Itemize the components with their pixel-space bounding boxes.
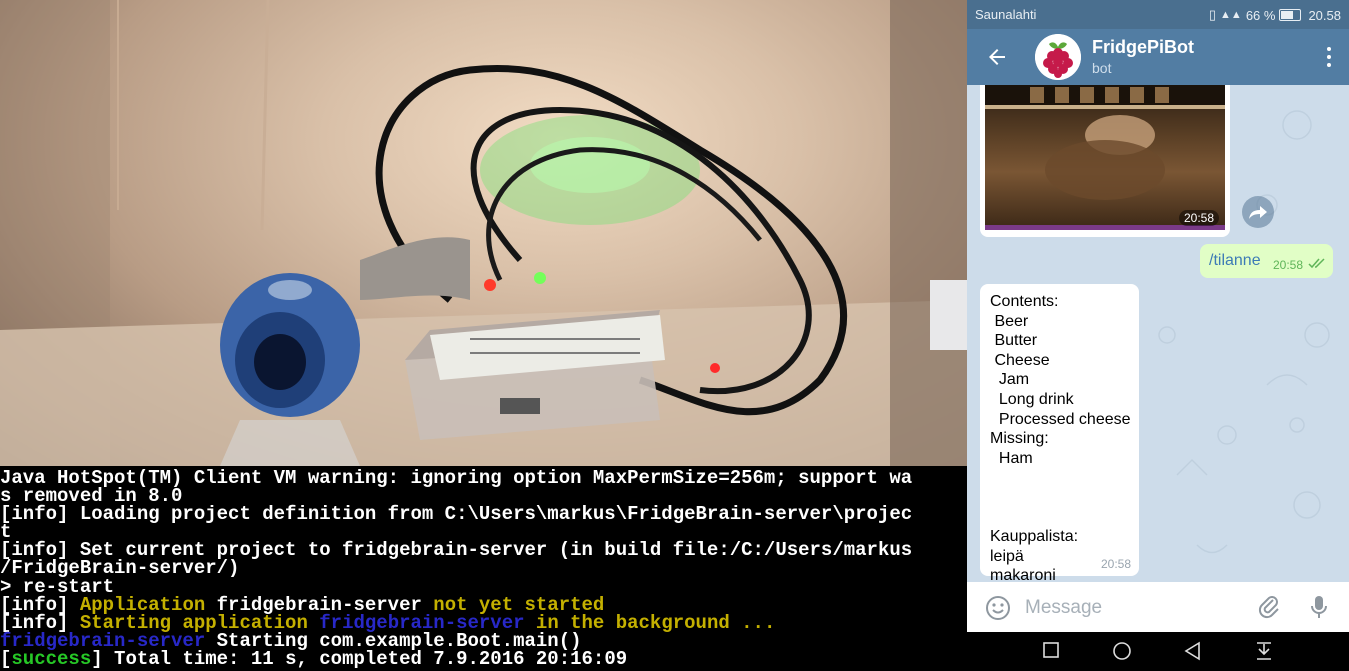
emoji-icon[interactable] <box>985 595 1011 621</box>
raspberry-avatar[interactable] <box>1035 34 1081 80</box>
terminal-line: [info] Loading project definition from C… <box>0 503 967 526</box>
message-input[interactable] <box>1023 590 1247 626</box>
signal-icon: ▲▲ <box>1220 9 1242 21</box>
hardware-photo <box>0 0 967 466</box>
message-composer <box>967 582 1349 632</box>
square-icon[interactable] <box>1042 641 1060 659</box>
chat-header: FridgePiBot bot <box>967 29 1349 85</box>
outgoing-message[interactable]: /tilanne 20:58 <box>1200 244 1333 278</box>
paperclip-icon[interactable] <box>1256 594 1282 620</box>
terminal-line: [success] Total time: 11 s, completed 7.… <box>0 647 967 670</box>
more-vert-icon[interactable] <box>1325 45 1333 69</box>
clock: 20.58 <box>1308 7 1341 23</box>
status-bar: Saunalahti ▯ ▲▲ 66 % 20.58 <box>967 0 1349 29</box>
terminal-output: Java HotSpot(TM) Client VM warning: igno… <box>0 466 967 671</box>
carrier-label: Saunalahti <box>975 7 1037 22</box>
microphone-icon[interactable] <box>1309 594 1329 620</box>
incoming-message[interactable]: Contents: Beer Butter Cheese Jam Long dr… <box>980 284 1139 582</box>
share-icon[interactable] <box>1242 196 1274 228</box>
outgoing-time: 20:58 <box>1273 258 1304 272</box>
command-link[interactable]: /tilanne <box>1209 252 1261 270</box>
chat-area[interactable]: 20:58 /tilanne 20:58 Contents: Beer Butt… <box>967 85 1349 582</box>
pull-down-icon[interactable] <box>1255 641 1273 661</box>
battery-percent: 66 % <box>1245 7 1276 23</box>
terminal-text: success <box>11 647 92 670</box>
circle-icon[interactable] <box>1112 641 1132 661</box>
system-nav-bar <box>967 632 1349 668</box>
terminal-line: /FridgeBrain-server/) <box>0 559 967 578</box>
chat-title[interactable]: FridgePiBot <box>1092 37 1194 58</box>
phone-screen: Saunalahti ▯ ▲▲ 66 % 20.58 FridgePiBot b… <box>967 0 1349 668</box>
incoming-time: 20:58 <box>1100 557 1131 571</box>
battery-icon <box>1279 9 1302 21</box>
fridge-photo[interactable]: 20:58 <box>985 85 1225 230</box>
arrow-left-icon[interactable] <box>985 45 1009 69</box>
photo-time: 20:58 <box>1178 210 1219 226</box>
chat-subtitle: bot <box>1092 60 1112 76</box>
terminal-text: ] Total time: 11 s, completed 7.9.2016 2… <box>91 647 628 670</box>
triangle-icon[interactable] <box>1183 641 1203 661</box>
double-check-icon <box>1308 258 1325 269</box>
photo-message[interactable]: 20:58 <box>980 85 1230 237</box>
vibrate-icon: ▯ <box>1208 7 1217 22</box>
terminal-text: [ <box>0 647 12 670</box>
terminal-text: [info] Loading project definition from C… <box>0 503 913 526</box>
fridge-contents-text: Contents: Beer Butter Cheese Jam Long dr… <box>990 293 1131 582</box>
